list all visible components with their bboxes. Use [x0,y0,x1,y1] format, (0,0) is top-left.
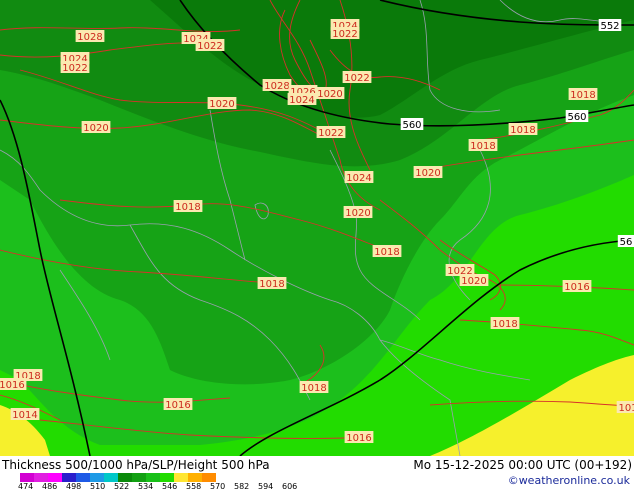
height-contour-label: 560 [400,118,424,131]
colorbar-swatch [62,473,76,482]
isobar-label-text: 1016 [165,400,190,411]
isobar-label-text: 1028 [264,81,289,92]
isobar-label-text: 101 [618,403,634,414]
map-title: Thickness 500/1000 hPa/SLP/Height 500 hP… [2,458,270,472]
colorbar-swatch [20,473,34,482]
isobar-label-text: 1018 [470,141,495,152]
isobar-label-text: 1022 [318,128,343,139]
isobar-label: 1020 [315,87,345,100]
colorbar-swatch [76,473,90,482]
colorbar-swatch [132,473,146,482]
isobar-label: 1020 [207,97,237,110]
isobar-label: 1016 [163,398,193,411]
height-contour-label: 560 [565,110,589,123]
isobar-label-text: 1024 [289,95,314,106]
isobar-label: 1022 [330,27,360,40]
isobar-label-text: 1022 [62,63,87,74]
isobar-label: 1022 [195,39,225,52]
isobar-label: 1018 [257,277,287,290]
height-contour-label-text: 56 [620,237,633,248]
isobar-label: 1020 [459,274,489,287]
height-contour-label-text: 560 [402,120,421,131]
isobar-label: 1018 [508,123,538,136]
isobar-label-text: 1018 [301,383,326,394]
isobar-label-text: 1028 [77,32,102,43]
isobar-label: 1018 [468,139,498,152]
isobar-label: 1016 [344,431,374,444]
isobar-label: 1024 [287,93,317,106]
isobar-label: 1018 [372,245,402,258]
map-footer: Thickness 500/1000 hPa/SLP/Height 500 hP… [0,456,634,491]
isobar-label: 1018 [490,317,520,330]
colorbar-swatch [202,473,216,482]
height-contour-label: 552 [598,19,622,32]
isobar-label-text: 1018 [492,319,517,330]
isobar-label: 1022 [342,71,372,84]
map-labels: 1028102410221024102210241022102210281026… [0,19,634,444]
isobar-label-text: 1020 [317,89,342,100]
colorbar-swatch [118,473,132,482]
isobar-label: 1018 [568,88,598,101]
isobar-label-text: 1020 [83,123,108,134]
isobar-label-text: 1016 [564,282,589,293]
isobar-label: 1018 [299,381,329,394]
colorbar-swatch [90,473,104,482]
isobar-label-text: 1016 [0,380,25,391]
isobar-label: 1016 [0,378,27,391]
height-contour-label-text: 560 [567,112,586,123]
isobar-label-text: 1024 [346,173,371,184]
isobar-label-text: 1018 [374,247,399,258]
isobar-label-text: 1018 [510,125,535,136]
isobar-label-text: 1022 [197,41,222,52]
colorbar-swatch [34,473,48,482]
colorbar-swatch [146,473,160,482]
isobar-label: 1020 [413,166,443,179]
isobar-label: 1020 [343,206,373,219]
isobar-label: 1014 [10,408,40,421]
isobar-label: 1028 [262,79,292,92]
isobar-label-text: 1020 [461,276,486,287]
credit-link[interactable]: ©weatheronline.co.uk [508,474,630,487]
isobar-label: 1018 [173,200,203,213]
isobar-label-text: 1020 [415,168,440,179]
height-contour-label: 56 [617,235,634,248]
colorbar-swatch [104,473,118,482]
isobar-label: 1022 [60,61,90,74]
isobar-label: 1020 [81,121,111,134]
isobar-label: 1028 [75,30,105,43]
isobar-label: 1024 [344,171,374,184]
thickness-colorbar [20,473,216,482]
isobar-label: 101 [616,401,634,414]
isobar-label-text: 1014 [12,410,37,421]
isobar-label-text: 1018 [570,90,595,101]
colorbar-swatch [160,473,174,482]
isobar-label-text: 1018 [259,279,284,290]
colorbar-swatch [188,473,202,482]
height-contour-label-text: 552 [600,21,619,32]
isobar-label-text: 1020 [209,99,234,110]
forecast-datetime: Mo 15-12-2025 00:00 UTC (00+192) [413,458,632,472]
isobar-label-text: 1020 [345,208,370,219]
colorbar-swatch [174,473,188,482]
isobar-label: 1022 [316,126,346,139]
isobar-label-text: 1016 [346,433,371,444]
isobar-label-text: 1018 [175,202,200,213]
isobar-label-text: 1022 [344,73,369,84]
isobar-label: 1016 [562,280,592,293]
colorbar-swatch [48,473,62,482]
isobar-label-text: 1022 [332,29,357,40]
